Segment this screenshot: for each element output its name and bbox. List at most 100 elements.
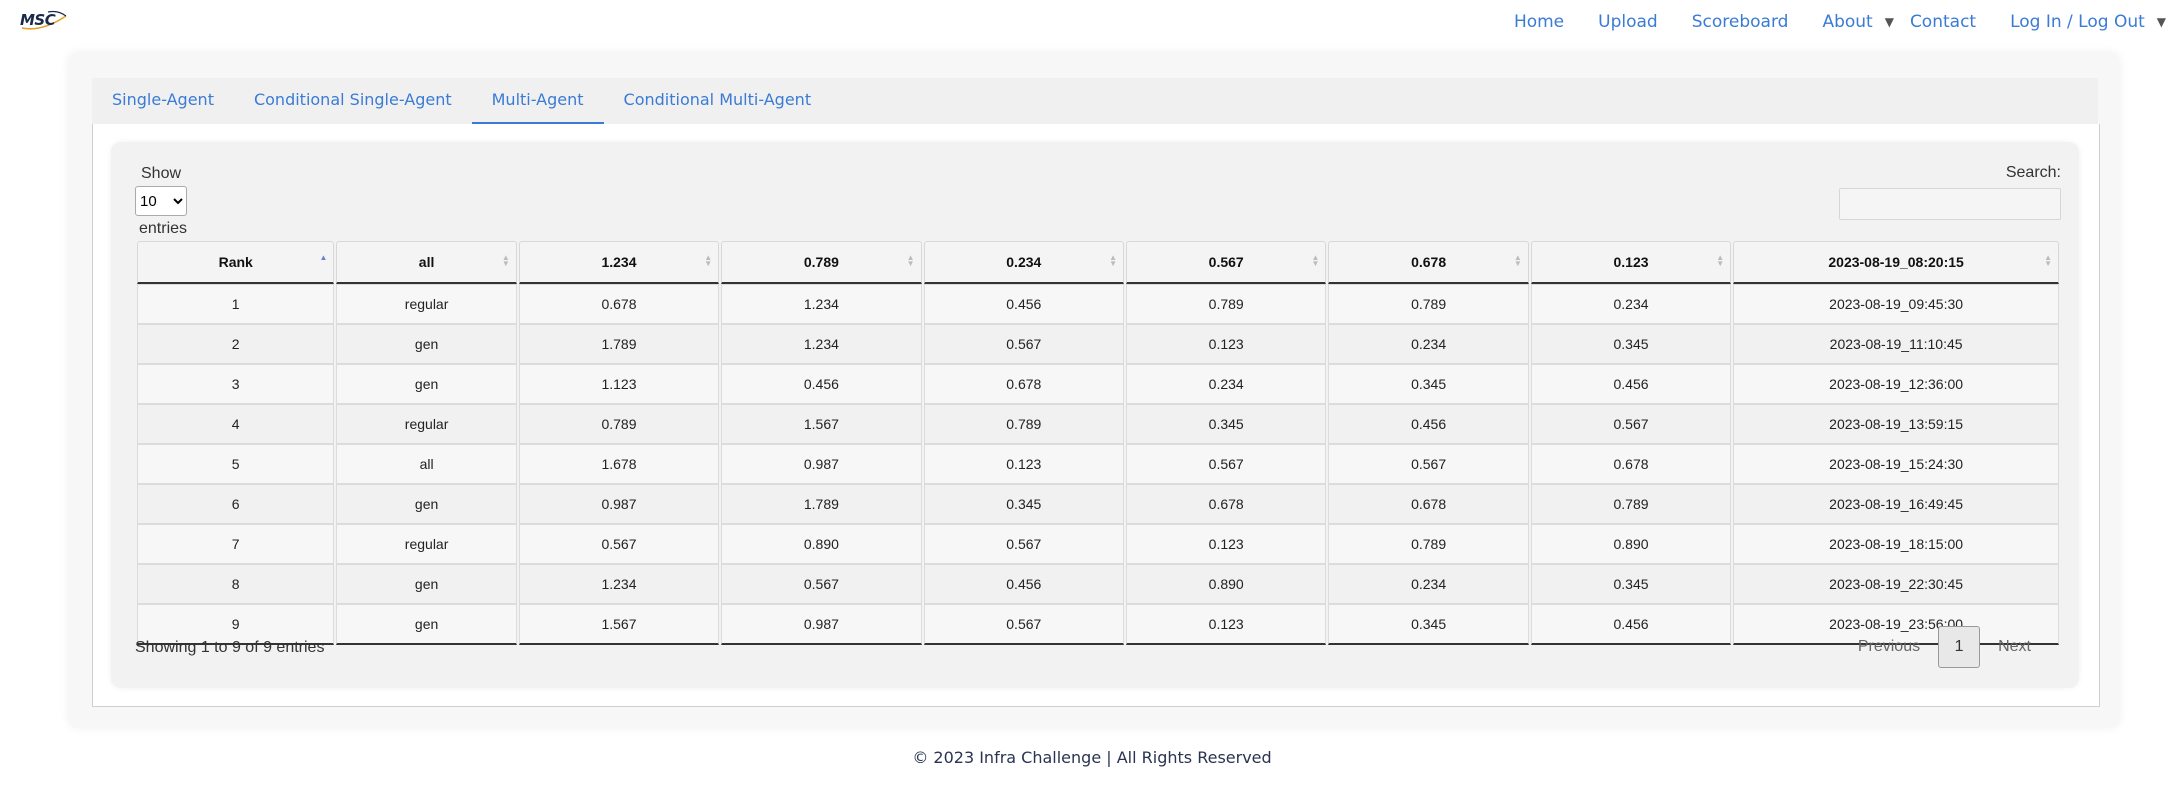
datatable-wrapper: Show 10 entries Search: Rank ▲ all ▲ ▼ 1… <box>111 142 2079 688</box>
table-cell: 0.234 <box>1328 324 1529 364</box>
table-cell: 8 <box>137 564 335 604</box>
table-cell: 0.678 <box>923 364 1124 404</box>
logo-text: MSC <box>20 11 56 29</box>
table-cell: 0.987 <box>518 484 720 524</box>
sort-asc-icon: ▲ <box>319 253 328 262</box>
table-cell: 0.456 <box>1530 604 1732 645</box>
table-cell: 3 <box>137 364 335 404</box>
nav-contact-link[interactable]: Contact <box>1910 12 1976 32</box>
table-cell: 2023-08-19_13:59:15 <box>1733 404 2059 444</box>
column-header-label: 0.567 <box>1208 254 1244 270</box>
nav-about-link[interactable]: About <box>1822 12 1872 32</box>
page-1-button[interactable]: 1 <box>1938 626 1981 668</box>
table-cell: 0.456 <box>923 284 1124 324</box>
login-dropdown-caret-icon[interactable]: ▼ <box>2157 15 2166 29</box>
table-row: 9 gen 1.567 0.987 0.567 0.123 0.345 0.456 2023-0… <box>137 604 2059 645</box>
tab-conditional-single-agent[interactable]: Conditional Single-Agent <box>234 78 472 122</box>
entries-select[interactable]: 10 <box>135 186 187 216</box>
table-row: 4 regular 0.789 1.567 0.789 0.345 0.456 0.567 20… <box>137 404 2059 444</box>
table-cell: 5 <box>137 444 335 484</box>
table-cell: 0.456 <box>1530 364 1732 404</box>
table-cell: 1.234 <box>721 324 922 364</box>
table-cell: 4 <box>137 404 335 444</box>
next-page-button[interactable]: Next <box>1980 638 2049 656</box>
search-input[interactable] <box>1839 188 2061 220</box>
tab-single-agent[interactable]: Single-Agent <box>92 78 234 122</box>
table-cell: 0.678 <box>1530 444 1732 484</box>
table-cell: 0.456 <box>721 364 922 404</box>
table-cell: 2023-08-19_11:10:45 <box>1733 324 2059 364</box>
table-cell: 0.789 <box>1530 484 1732 524</box>
navbar: MSC Home Upload Scoreboard About ▼ Conta… <box>0 0 2184 48</box>
nav-scoreboard-link[interactable]: Scoreboard <box>1692 12 1789 32</box>
column-header[interactable]: 0.234 ▲ ▼ <box>923 241 1124 284</box>
tab-multi-agent[interactable]: Multi-Agent <box>471 78 604 124</box>
table-cell: gen <box>336 484 517 524</box>
table-cell: gen <box>336 324 517 364</box>
show-label: Show <box>141 165 182 182</box>
column-header-label: 0.678 <box>1411 254 1447 270</box>
table-cell: 1.567 <box>721 404 922 444</box>
table-cell: 0.789 <box>1126 284 1327 324</box>
table-cell: 0.678 <box>1328 484 1529 524</box>
column-header[interactable]: 2023-08-19_08:20:15 ▲ ▼ <box>1733 241 2059 284</box>
table-cell: 0.678 <box>518 284 720 324</box>
table-cell: 1.234 <box>721 284 922 324</box>
table-cell: 0.987 <box>721 444 922 484</box>
table-cell: regular <box>336 524 517 564</box>
sort-both-icon: ▲ ▼ <box>1716 253 1725 268</box>
table-cell: 1.123 <box>518 364 720 404</box>
table-cell: 0.789 <box>1328 524 1529 564</box>
column-header-label: 2023-08-19_08:20:15 <box>1828 254 1964 270</box>
site-logo[interactable]: MSC <box>18 8 68 34</box>
column-header[interactable]: all ▲ ▼ <box>336 241 517 284</box>
column-header[interactable]: 0.123 ▲ ▼ <box>1530 241 1732 284</box>
sort-both-icon: ▲ ▼ <box>2044 253 2052 268</box>
table-cell: 1.789 <box>518 324 720 364</box>
table-header-row: Rank ▲ all ▲ ▼ 1.234 ▲ ▼ 0.789 ▲ ▼ 0.234 ▲ ▼ 0.56… <box>137 241 2059 284</box>
table-row: 1 regular 0.678 1.234 0.456 0.789 0.789 0.234 20… <box>137 284 2059 324</box>
table-cell: 2023-08-19_09:45:30 <box>1733 284 2059 324</box>
table-cell: 2023-08-19_15:24:30 <box>1733 444 2059 484</box>
table-cell: 0.567 <box>1126 444 1327 484</box>
table-cell: gen <box>336 604 517 645</box>
table-cell: 1.678 <box>518 444 720 484</box>
about-dropdown-caret-icon[interactable]: ▼ <box>1885 15 1894 29</box>
nav-login-link[interactable]: Log In / Log Out <box>2010 12 2145 32</box>
table-cell: 1.567 <box>518 604 720 645</box>
column-header[interactable]: 0.567 ▲ ▼ <box>1126 241 1327 284</box>
table-cell: 0.678 <box>1126 484 1327 524</box>
entries-length-control: Show 10 entries <box>135 164 187 239</box>
table-cell: 0.789 <box>923 404 1124 444</box>
previous-page-button[interactable]: Previous <box>1840 638 1938 656</box>
table-cell: 0.123 <box>923 444 1124 484</box>
nav-upload-link[interactable]: Upload <box>1598 12 1658 32</box>
column-header[interactable]: 1.234 ▲ ▼ <box>518 241 720 284</box>
table-cell: 0.789 <box>1328 284 1529 324</box>
table-cell: 0.345 <box>1328 604 1529 645</box>
table-cell: 6 <box>137 484 335 524</box>
table-cell: gen <box>336 564 517 604</box>
tab-conditional-multi-agent[interactable]: Conditional Multi-Agent <box>604 78 832 122</box>
table-row: 3 gen 1.123 0.456 0.678 0.234 0.345 0.456 2023-0… <box>137 364 2059 404</box>
sort-both-icon: ▲ ▼ <box>501 253 510 268</box>
column-header-label: 0.234 <box>1006 254 1042 270</box>
table-row: 6 gen 0.987 1.789 0.345 0.678 0.678 0.789 2023-0… <box>137 484 2059 524</box>
table-cell: 0.567 <box>1328 444 1529 484</box>
table-body: 1 regular 0.678 1.234 0.456 0.789 0.789 0.234 20… <box>137 284 2059 645</box>
scoreboard-table: Rank ▲ all ▲ ▼ 1.234 ▲ ▼ 0.789 ▲ ▼ 0.234 ▲ ▼ 0.56… <box>135 241 2061 645</box>
nav-home-link[interactable]: Home <box>1514 12 1564 32</box>
table-row: 5 all 1.678 0.987 0.123 0.567 0.567 0.678 2023-0… <box>137 444 2059 484</box>
entries-label: entries <box>139 220 188 237</box>
footer-copyright: © 2023 Infra Challenge | All Rights Rese… <box>912 748 1272 767</box>
table-cell: 7 <box>137 524 335 564</box>
table-cell: gen <box>336 364 517 404</box>
table-cell: 0.345 <box>1126 404 1327 444</box>
table-cell: 0.123 <box>1126 604 1327 645</box>
sort-both-icon: ▲ ▼ <box>906 253 915 268</box>
column-header-rank[interactable]: Rank ▲ <box>137 241 335 284</box>
column-header[interactable]: 0.678 ▲ ▼ <box>1328 241 1529 284</box>
table-cell: 0.567 <box>1530 404 1732 444</box>
column-header-label: Rank <box>218 254 253 270</box>
column-header[interactable]: 0.789 ▲ ▼ <box>721 241 922 284</box>
